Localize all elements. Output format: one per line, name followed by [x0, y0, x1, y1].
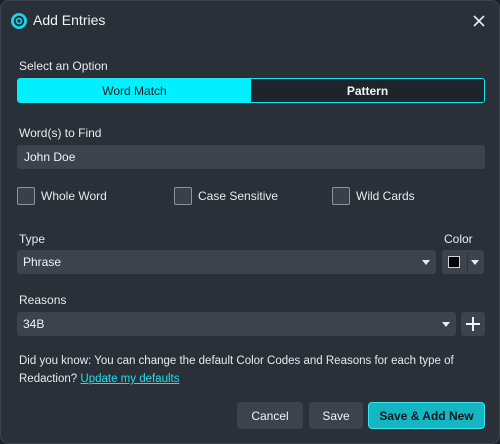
- plus-icon[interactable]: [461, 312, 485, 336]
- reasons-select-value: 34B: [23, 317, 45, 331]
- chevron-down-icon: [422, 260, 430, 265]
- tab-pattern[interactable]: Pattern: [251, 79, 484, 102]
- wild-cards-box[interactable]: [332, 187, 350, 205]
- save-button[interactable]: Save: [309, 402, 363, 429]
- info-text: Did you know: You can change the default…: [19, 352, 485, 388]
- whole-word-checkbox[interactable]: Whole Word: [17, 187, 107, 205]
- color-picker-divider: [467, 253, 468, 271]
- wild-cards-label: Wild Cards: [356, 189, 415, 203]
- reasons-select[interactable]: 34B: [17, 312, 456, 336]
- reasons-label: Reasons: [19, 293, 67, 307]
- color-picker[interactable]: [442, 250, 484, 274]
- type-select[interactable]: Phrase: [17, 250, 436, 274]
- type-select-value: Phrase: [23, 255, 62, 269]
- logo-icon: [11, 13, 27, 29]
- case-sensitive-box[interactable]: [174, 187, 192, 205]
- add-entries-dialog: Add Entries Select an Option Word Match …: [0, 0, 500, 444]
- chevron-down-icon[interactable]: [471, 260, 479, 265]
- save-add-new-button[interactable]: Save & Add New: [368, 402, 485, 429]
- color-swatch: [448, 256, 460, 268]
- whole-word-label: Whole Word: [41, 189, 107, 203]
- color-label: Color: [444, 232, 473, 246]
- option-toggle: Word Match Pattern: [17, 78, 485, 103]
- case-sensitive-checkbox[interactable]: Case Sensitive: [174, 187, 278, 205]
- select-option-label: Select an Option: [19, 59, 108, 73]
- update-defaults-link[interactable]: Update my defaults: [80, 373, 179, 385]
- find-label: Word(s) to Find: [19, 126, 102, 140]
- chevron-down-icon: [442, 322, 450, 327]
- tab-word-match[interactable]: Word Match: [18, 79, 251, 102]
- cancel-button[interactable]: Cancel: [237, 402, 303, 429]
- words-to-find-input[interactable]: John Doe: [17, 145, 485, 169]
- dialog-titlebar: Add Entries: [1, 1, 499, 41]
- whole-word-box[interactable]: [17, 187, 35, 205]
- wild-cards-checkbox[interactable]: Wild Cards: [332, 187, 415, 205]
- case-sensitive-label: Case Sensitive: [198, 189, 279, 203]
- type-label: Type: [19, 232, 46, 246]
- dialog-title: Add Entries: [33, 12, 106, 28]
- close-icon[interactable]: [469, 11, 489, 31]
